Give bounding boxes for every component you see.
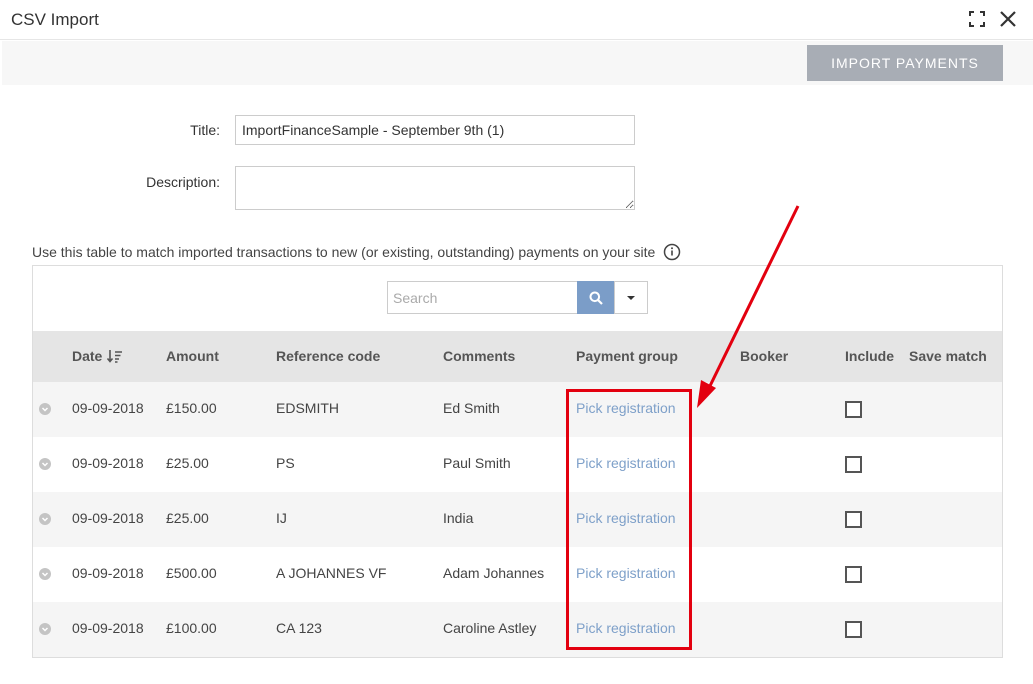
cell-date: 09-09-2018 (72, 620, 144, 636)
cell-reference-code: IJ (276, 510, 287, 526)
search-input[interactable] (387, 281, 577, 314)
helper-text: Use this table to match imported transac… (32, 244, 656, 260)
table-row: 09-09-2018 £25.00 IJ India Pick registra… (33, 492, 1002, 547)
pick-registration-link[interactable]: Pick registration (576, 620, 676, 636)
cell-date: 09-09-2018 (72, 455, 144, 471)
table-row: 09-09-2018 £25.00 PS Paul Smith Pick reg… (33, 437, 1002, 492)
column-header-save-match[interactable]: Save match (909, 348, 987, 364)
description-label: Description: (146, 174, 220, 190)
include-checkbox[interactable] (845, 401, 862, 418)
search-bar (387, 281, 648, 314)
table-row: 09-09-2018 £100.00 CA 123 Caroline Astle… (33, 602, 1002, 657)
include-checkbox[interactable] (845, 566, 862, 583)
table-header: Date Amount Reference code Comments Paym… (33, 331, 1002, 382)
row-expand-icon[interactable] (39, 513, 51, 525)
column-header-reference-code[interactable]: Reference code (276, 348, 380, 364)
column-header-comments[interactable]: Comments (443, 348, 515, 364)
pick-registration-link[interactable]: Pick registration (576, 565, 676, 581)
dialog-title: CSV Import (11, 10, 99, 29)
import-payments-button[interactable]: IMPORT PAYMENTS (807, 45, 1003, 81)
cell-comments: Paul Smith (443, 455, 511, 471)
cell-date: 09-09-2018 (72, 510, 144, 526)
cell-reference-code: EDSMITH (276, 400, 339, 416)
include-checkbox[interactable] (845, 456, 862, 473)
cell-amount: £150.00 (166, 400, 217, 416)
close-icon[interactable] (998, 9, 1018, 29)
dialog-header (0, 0, 1033, 40)
sort-descending-icon[interactable] (107, 349, 123, 363)
column-header-amount[interactable]: Amount (166, 348, 219, 364)
cell-comments: Caroline Astley (443, 620, 537, 636)
table-row: 09-09-2018 £150.00 EDSMITH Ed Smith Pick… (33, 382, 1002, 437)
row-expand-icon[interactable] (39, 623, 51, 635)
search-icon (589, 291, 603, 305)
pick-registration-link[interactable]: Pick registration (576, 510, 676, 526)
search-options-dropdown[interactable] (614, 281, 648, 314)
cell-reference-code: CA 123 (276, 620, 322, 636)
pick-registration-link[interactable]: Pick registration (576, 400, 676, 416)
description-input[interactable] (235, 166, 635, 210)
cell-date: 09-09-2018 (72, 565, 144, 581)
column-header-date[interactable]: Date (72, 348, 123, 364)
cell-reference-code: A JOHANNES VF (276, 565, 387, 581)
caret-down-icon (627, 295, 635, 300)
helper-text-row: Use this table to match imported transac… (32, 243, 681, 261)
include-checkbox[interactable] (845, 511, 862, 528)
column-header-include[interactable]: Include (845, 348, 894, 364)
row-expand-icon[interactable] (39, 458, 51, 470)
include-checkbox[interactable] (845, 621, 862, 638)
column-header-booker[interactable]: Booker (740, 348, 788, 364)
search-button[interactable] (577, 281, 614, 314)
info-icon[interactable] (663, 243, 681, 261)
expand-icon[interactable] (969, 11, 985, 27)
pick-registration-link[interactable]: Pick registration (576, 455, 676, 471)
cell-amount: £500.00 (166, 565, 217, 581)
cell-amount: £25.00 (166, 455, 209, 471)
cell-comments: India (443, 510, 474, 526)
cell-amount: £25.00 (166, 510, 209, 526)
cell-comments: Ed Smith (443, 400, 500, 416)
table-row: 09-09-2018 £500.00 A JOHANNES VF Adam Jo… (33, 547, 1002, 602)
row-expand-icon[interactable] (39, 403, 51, 415)
column-header-payment-group[interactable]: Payment group (576, 348, 678, 364)
title-label: Title: (190, 122, 220, 138)
title-input[interactable] (235, 115, 635, 145)
row-expand-icon[interactable] (39, 568, 51, 580)
cell-amount: £100.00 (166, 620, 217, 636)
cell-date: 09-09-2018 (72, 400, 144, 416)
cell-reference-code: PS (276, 455, 295, 471)
cell-comments: Adam Johannes (443, 565, 545, 581)
